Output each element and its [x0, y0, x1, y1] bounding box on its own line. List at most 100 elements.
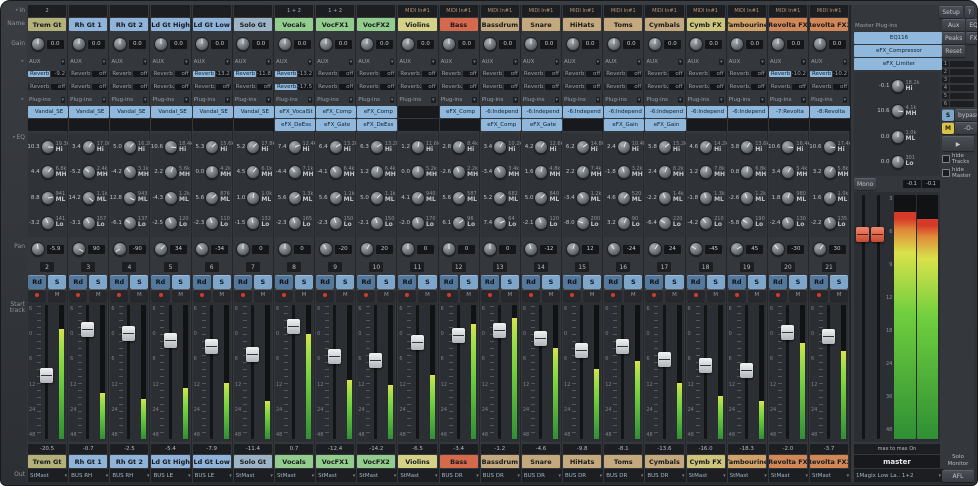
- aux-menu-icon[interactable]: ▾: [513, 59, 518, 65]
- eq-knob-lo[interactable]: [493, 216, 507, 230]
- plugin-slot[interactable]: eFX_DeEss: [275, 119, 315, 131]
- input-assignment[interactable]: [69, 5, 107, 17]
- send-value[interactable]: -13.2: [216, 71, 231, 77]
- fader-track[interactable]: [210, 305, 213, 439]
- input-assignment[interactable]: MIDI In#1: [481, 5, 519, 17]
- track-number[interactable]: 18: [699, 262, 713, 272]
- read-button[interactable]: Rd: [769, 275, 787, 289]
- input-assignment[interactable]: 1 + 2: [275, 5, 313, 17]
- send-slot[interactable]: Reverb1: [604, 71, 626, 77]
- plugin-slot[interactable]: -6:Independ: [645, 106, 685, 118]
- record-button[interactable]: [316, 289, 334, 301]
- output-routing[interactable]: StMast▾: [275, 469, 317, 482]
- aux-bus-slot[interactable]: [950, 93, 974, 99]
- send-slot[interactable]: Reverb1: [645, 71, 667, 77]
- plugin-slot[interactable]: [728, 119, 768, 131]
- track-name-bottom[interactable]: Cymbals: [645, 455, 683, 468]
- input-assignment[interactable]: MIDI In#1: [440, 5, 478, 17]
- plugins-menu-icon[interactable]: ▾: [472, 97, 477, 103]
- solo-button[interactable]: S: [295, 275, 313, 289]
- mute-button[interactable]: M: [542, 289, 560, 301]
- gain-knob[interactable]: [72, 37, 86, 51]
- send-value[interactable]: off: [339, 71, 354, 77]
- master-fx-button-eq[interactable]: EQ: [966, 19, 978, 31]
- fader-handle[interactable]: [658, 352, 671, 367]
- gain-knob[interactable]: [319, 37, 333, 51]
- send-slot[interactable]: Reverb2: [769, 84, 791, 90]
- record-button[interactable]: [69, 289, 87, 301]
- eq-knob-hi[interactable]: [82, 140, 96, 154]
- input-assignment[interactable]: MIDI In#1: [728, 5, 766, 17]
- aux-bus-slot[interactable]: [950, 69, 974, 75]
- send-value[interactable]: off: [751, 84, 766, 90]
- record-button[interactable]: [604, 289, 622, 301]
- plugins-menu-icon[interactable]: ▾: [637, 97, 642, 103]
- pan-knob[interactable]: [442, 242, 456, 256]
- track-name-top[interactable]: Snare: [522, 18, 560, 31]
- send-value[interactable]: off: [669, 71, 684, 77]
- track-name-bottom[interactable]: Bass: [440, 455, 478, 468]
- aux-menu-icon[interactable]: ▾: [431, 59, 436, 65]
- send-value[interactable]: off: [545, 71, 560, 77]
- output-routing[interactable]: StMast▾: [357, 469, 399, 482]
- eq-knob-lo[interactable]: [329, 216, 343, 230]
- eq-knob-mh[interactable]: [41, 165, 55, 179]
- mute-button[interactable]: M: [624, 289, 642, 301]
- gain-knob[interactable]: [154, 37, 168, 51]
- eq-knob-ml[interactable]: [41, 191, 55, 205]
- track-name-bottom[interactable]: Solo Gt: [234, 455, 272, 468]
- aux-bus-row[interactable]: 3: [942, 76, 974, 83]
- plugins-menu-icon[interactable]: ▾: [678, 97, 683, 103]
- read-button[interactable]: Rd: [316, 275, 334, 289]
- plugin-slot[interactable]: eFX_Gain: [645, 119, 685, 131]
- eq-knob-hi[interactable]: [246, 140, 260, 154]
- record-button[interactable]: [234, 289, 252, 301]
- fader-track[interactable]: [374, 305, 377, 439]
- plugin-slot[interactable]: -8:Revolta: [810, 106, 850, 118]
- output-routing[interactable]: BUS DR▾: [563, 469, 605, 482]
- track-number[interactable]: 4: [122, 262, 136, 272]
- master-fader-handle-right[interactable]: [871, 227, 884, 242]
- output-routing[interactable]: StMast▾: [398, 469, 440, 482]
- eq-knob-mh[interactable]: [891, 104, 905, 118]
- plugin-slot[interactable]: eFX_VocalSt: [275, 106, 315, 118]
- plugin-slot[interactable]: [110, 119, 150, 131]
- mute-button[interactable]: M: [295, 289, 313, 301]
- send-value[interactable]: -10.2: [833, 71, 848, 77]
- fader-handle[interactable]: [81, 322, 94, 337]
- plugins-menu-icon[interactable]: ▾: [349, 97, 354, 103]
- eq-knob-ml[interactable]: [740, 191, 754, 205]
- track-number[interactable]: 17: [657, 262, 671, 272]
- output-routing[interactable]: StMast▾: [234, 469, 276, 482]
- send-value[interactable]: off: [133, 71, 148, 77]
- send-slot[interactable]: Reverb2: [398, 84, 420, 90]
- send-slot[interactable]: Reverb2: [728, 84, 750, 90]
- track-name-top[interactable]: Solo Gt: [234, 18, 272, 31]
- help-button[interactable]: ?: [965, 6, 974, 18]
- fader-handle[interactable]: [452, 328, 465, 343]
- eq-knob-lo[interactable]: [411, 216, 425, 230]
- eq-knob-lo[interactable]: [740, 216, 754, 230]
- fader-handle[interactable]: [369, 353, 382, 368]
- eq-knob-mh[interactable]: [164, 165, 178, 179]
- master-plugin-slot[interactable]: eFX_Compressor: [854, 45, 942, 57]
- eq-knob-mh[interactable]: [658, 165, 672, 179]
- plugin-slot[interactable]: -6:Independ: [604, 106, 644, 118]
- fader-track[interactable]: [827, 305, 830, 439]
- plugins-menu-icon[interactable]: ▾: [266, 97, 271, 103]
- collapse-plugins-icon[interactable]: ▸: [21, 97, 24, 102]
- send-slot[interactable]: Reverb2: [234, 84, 256, 90]
- solo-button[interactable]: S: [501, 275, 519, 289]
- master-mute-button[interactable]: M: [942, 122, 954, 134]
- send-value[interactable]: off: [627, 84, 642, 90]
- eq-knob-hi[interactable]: [658, 140, 672, 154]
- eq-knob-hi[interactable]: [123, 140, 137, 154]
- track-name-bottom[interactable]: Snare: [522, 455, 560, 468]
- play-button[interactable]: ▶: [942, 136, 974, 151]
- master-plugin-slot[interactable]: EQ116: [854, 32, 942, 44]
- input-assignment[interactable]: MIDI In#1: [687, 5, 725, 17]
- eq-knob-hi[interactable]: [617, 140, 631, 154]
- eq-knob-lo[interactable]: [164, 216, 178, 230]
- eq-knob-mh[interactable]: [617, 165, 631, 179]
- send-slot[interactable]: Reverb1: [357, 71, 379, 77]
